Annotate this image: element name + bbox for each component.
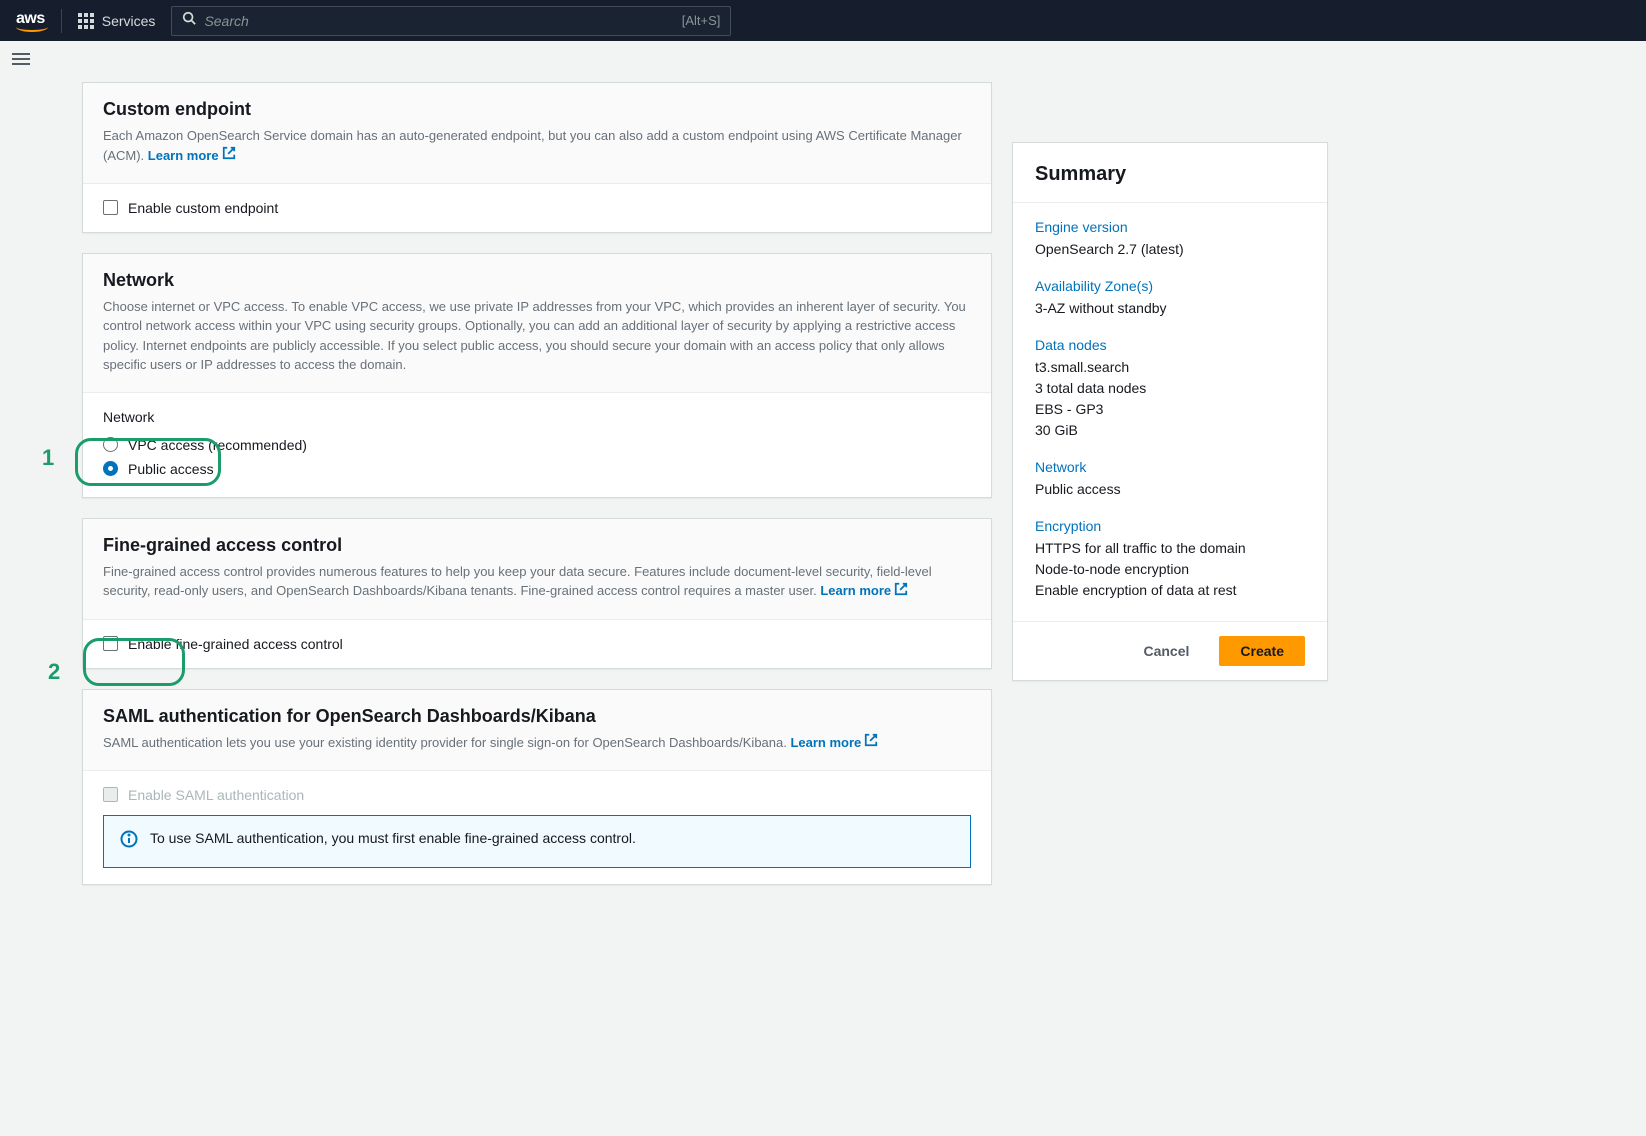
- hamburger-icon[interactable]: [12, 53, 30, 65]
- summary-data-nodes-value-1: 3 total data nodes: [1035, 378, 1305, 399]
- external-link-icon: [222, 146, 236, 166]
- summary-az-label[interactable]: Availability Zone(s): [1035, 278, 1305, 294]
- enable-fgac-label: Enable fine-grained access control: [128, 636, 343, 652]
- nav-divider: [61, 9, 62, 33]
- custom-endpoint-desc: Each Amazon OpenSearch Service domain ha…: [103, 126, 971, 166]
- info-icon: [120, 830, 138, 853]
- top-nav: aws Services [Alt+S]: [0, 0, 1646, 41]
- public-access-radio[interactable]: Public access: [103, 457, 971, 481]
- radio-checked-icon[interactable]: [103, 461, 118, 476]
- network-field-label: Network: [103, 409, 971, 425]
- saml-desc: SAML authentication lets you use your ex…: [103, 733, 971, 753]
- vpc-access-label: VPC access (recommended): [128, 437, 307, 453]
- annotation-1-label: 1: [42, 445, 54, 471]
- learn-more-link[interactable]: Learn more: [148, 148, 236, 163]
- learn-more-link[interactable]: Learn more: [820, 583, 908, 598]
- checkbox-icon[interactable]: [103, 200, 118, 215]
- summary-data-nodes-label[interactable]: Data nodes: [1035, 337, 1305, 353]
- network-title: Network: [103, 270, 971, 291]
- enable-fgac-checkbox-row[interactable]: Enable fine-grained access control: [103, 636, 971, 652]
- summary-encryption-label[interactable]: Encryption: [1035, 518, 1305, 534]
- saml-title: SAML authentication for OpenSearch Dashb…: [103, 706, 971, 727]
- checkbox-disabled-icon: [103, 787, 118, 802]
- fgac-desc: Fine-grained access control provides num…: [103, 562, 971, 602]
- fgac-panel: Fine-grained access control Fine-grained…: [82, 518, 992, 669]
- annotation-2-label: 2: [48, 659, 60, 685]
- grid-icon: [78, 13, 94, 29]
- vpc-access-radio[interactable]: VPC access (recommended): [103, 433, 971, 457]
- search-input[interactable]: [204, 13, 673, 29]
- search-icon: [182, 11, 196, 30]
- search-shortcut: [Alt+S]: [682, 13, 721, 28]
- saml-info-box: To use SAML authentication, you must fir…: [103, 815, 971, 868]
- custom-endpoint-title: Custom endpoint: [103, 99, 971, 120]
- checkbox-icon[interactable]: [103, 636, 118, 651]
- summary-encryption-value-0: HTTPS for all traffic to the domain: [1035, 538, 1305, 559]
- saml-panel: SAML authentication for OpenSearch Dashb…: [82, 689, 992, 885]
- search-bar[interactable]: [Alt+S]: [171, 6, 731, 36]
- summary-engine-value: OpenSearch 2.7 (latest): [1035, 239, 1305, 260]
- enable-custom-endpoint-label: Enable custom endpoint: [128, 200, 278, 216]
- summary-panel: Summary Engine version OpenSearch 2.7 (l…: [1012, 142, 1328, 681]
- summary-engine-label[interactable]: Engine version: [1035, 219, 1305, 235]
- saml-info-text: To use SAML authentication, you must fir…: [150, 830, 636, 846]
- aws-logo[interactable]: aws: [16, 10, 45, 32]
- create-button[interactable]: Create: [1219, 636, 1305, 666]
- custom-endpoint-panel: Custom endpoint Each Amazon OpenSearch S…: [82, 82, 992, 233]
- summary-title: Summary: [1035, 163, 1305, 186]
- summary-data-nodes-value-2: EBS - GP3: [1035, 399, 1305, 420]
- services-button[interactable]: Services: [78, 13, 156, 29]
- external-link-icon: [894, 582, 908, 602]
- summary-data-nodes-value-0: t3.small.search: [1035, 357, 1305, 378]
- learn-more-link[interactable]: Learn more: [790, 735, 878, 750]
- summary-data-nodes-value-3: 30 GiB: [1035, 420, 1305, 441]
- summary-az-value: 3-AZ without standby: [1035, 298, 1305, 319]
- external-link-icon: [864, 733, 878, 753]
- cancel-button[interactable]: Cancel: [1123, 636, 1209, 666]
- summary-encryption-value-1: Node-to-node encryption: [1035, 559, 1305, 580]
- enable-saml-label: Enable SAML authentication: [128, 787, 304, 803]
- summary-network-label[interactable]: Network: [1035, 459, 1305, 475]
- enable-custom-endpoint-checkbox-row[interactable]: Enable custom endpoint: [103, 200, 971, 216]
- services-label: Services: [102, 13, 156, 29]
- network-desc: Choose internet or VPC access. To enable…: [103, 297, 971, 375]
- radio-icon[interactable]: [103, 437, 118, 452]
- network-panel: Network Choose internet or VPC access. T…: [82, 253, 992, 498]
- public-access-label: Public access: [128, 461, 214, 477]
- fgac-title: Fine-grained access control: [103, 535, 971, 556]
- summary-network-value: Public access: [1035, 479, 1305, 500]
- enable-saml-checkbox-row: Enable SAML authentication: [103, 787, 971, 803]
- summary-encryption-value-2: Enable encryption of data at rest: [1035, 580, 1305, 601]
